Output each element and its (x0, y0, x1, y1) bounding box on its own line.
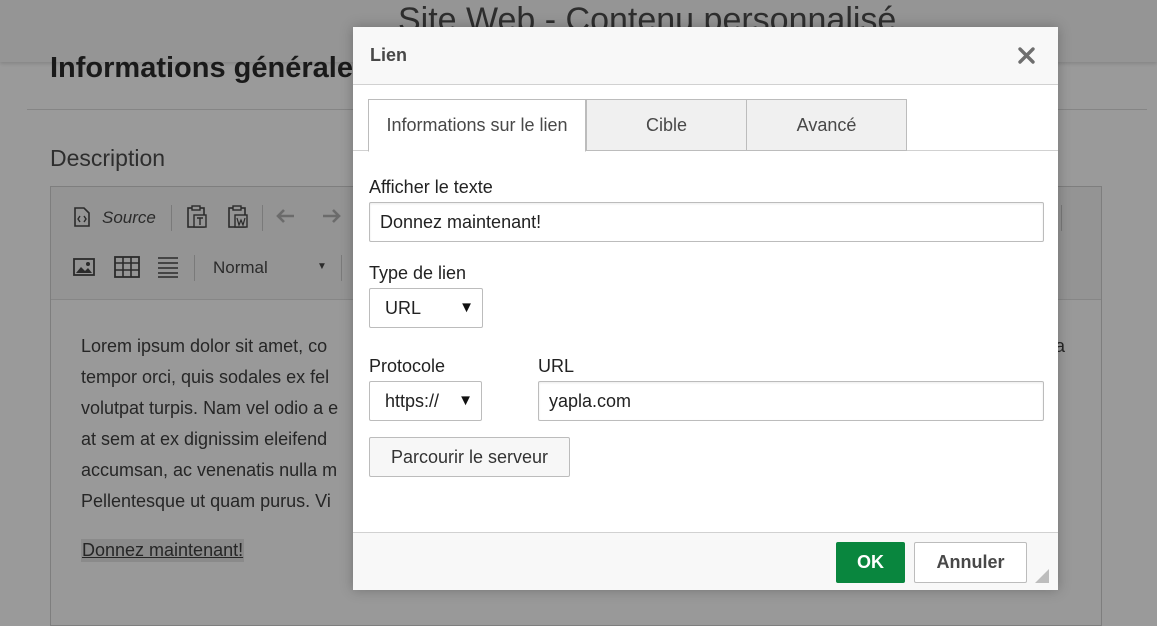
dialog-footer: OK Annuler (353, 532, 1058, 590)
close-icon[interactable] (1016, 44, 1038, 66)
tab-advanced[interactable]: Avancé (746, 99, 907, 151)
protocol-value: https:// (385, 391, 440, 411)
description-label: Description (50, 145, 166, 171)
link-type-select[interactable]: URL ▼ (369, 288, 483, 328)
toolbar-separator (1061, 205, 1062, 231)
browse-server-button[interactable]: Parcourir le serveur (369, 437, 570, 477)
toolbar-separator (194, 255, 195, 281)
link-type-label: Type de lien (369, 263, 467, 283)
horizontal-rule-icon[interactable] (157, 256, 179, 283)
link-type-value: URL (385, 298, 422, 318)
redo-icon[interactable] (317, 209, 341, 230)
protocol-label: Protocole (369, 356, 446, 376)
toolbar-separator (341, 255, 342, 281)
source-button-label[interactable]: Source (102, 208, 156, 228)
source-icon[interactable] (73, 207, 91, 232)
toolbar-separator (171, 205, 172, 231)
tab-target[interactable]: Cible (586, 99, 747, 151)
resize-grip-icon[interactable] (1035, 569, 1049, 583)
section-title: Informations générales (50, 52, 370, 84)
undo-icon[interactable] (276, 209, 300, 230)
selected-link-text[interactable]: Donnez maintenant! (81, 539, 245, 562)
image-icon[interactable] (73, 257, 95, 282)
protocol-select[interactable]: https:// ▼ (369, 381, 482, 421)
table-icon[interactable] (114, 256, 140, 283)
tab-link-info[interactable]: Informations sur le lien (368, 99, 586, 152)
dropdown-arrow-icon: ▼ (458, 392, 473, 409)
paste-word-icon[interactable] (227, 205, 249, 234)
ok-button[interactable]: OK (836, 542, 905, 583)
cancel-button[interactable]: Annuler (914, 542, 1027, 583)
dropdown-arrow-icon: ▼ (459, 299, 474, 316)
format-select[interactable]: Normal (213, 258, 268, 278)
url-label: URL (538, 356, 575, 376)
paste-text-icon[interactable] (186, 205, 208, 234)
toolbar-separator (262, 205, 263, 231)
display-text-input[interactable]: Donnez maintenant! (369, 202, 1044, 242)
dialog-title-bar[interactable]: Lien (353, 27, 1058, 85)
chevron-down-icon[interactable]: ▼ (317, 261, 327, 272)
url-input[interactable]: yapla.com (538, 381, 1044, 421)
display-text-label: Afficher le texte (369, 177, 493, 197)
link-dialog: Lien Informations sur le lien Cible Avan… (353, 27, 1058, 590)
dialog-title: Lien (370, 45, 408, 65)
